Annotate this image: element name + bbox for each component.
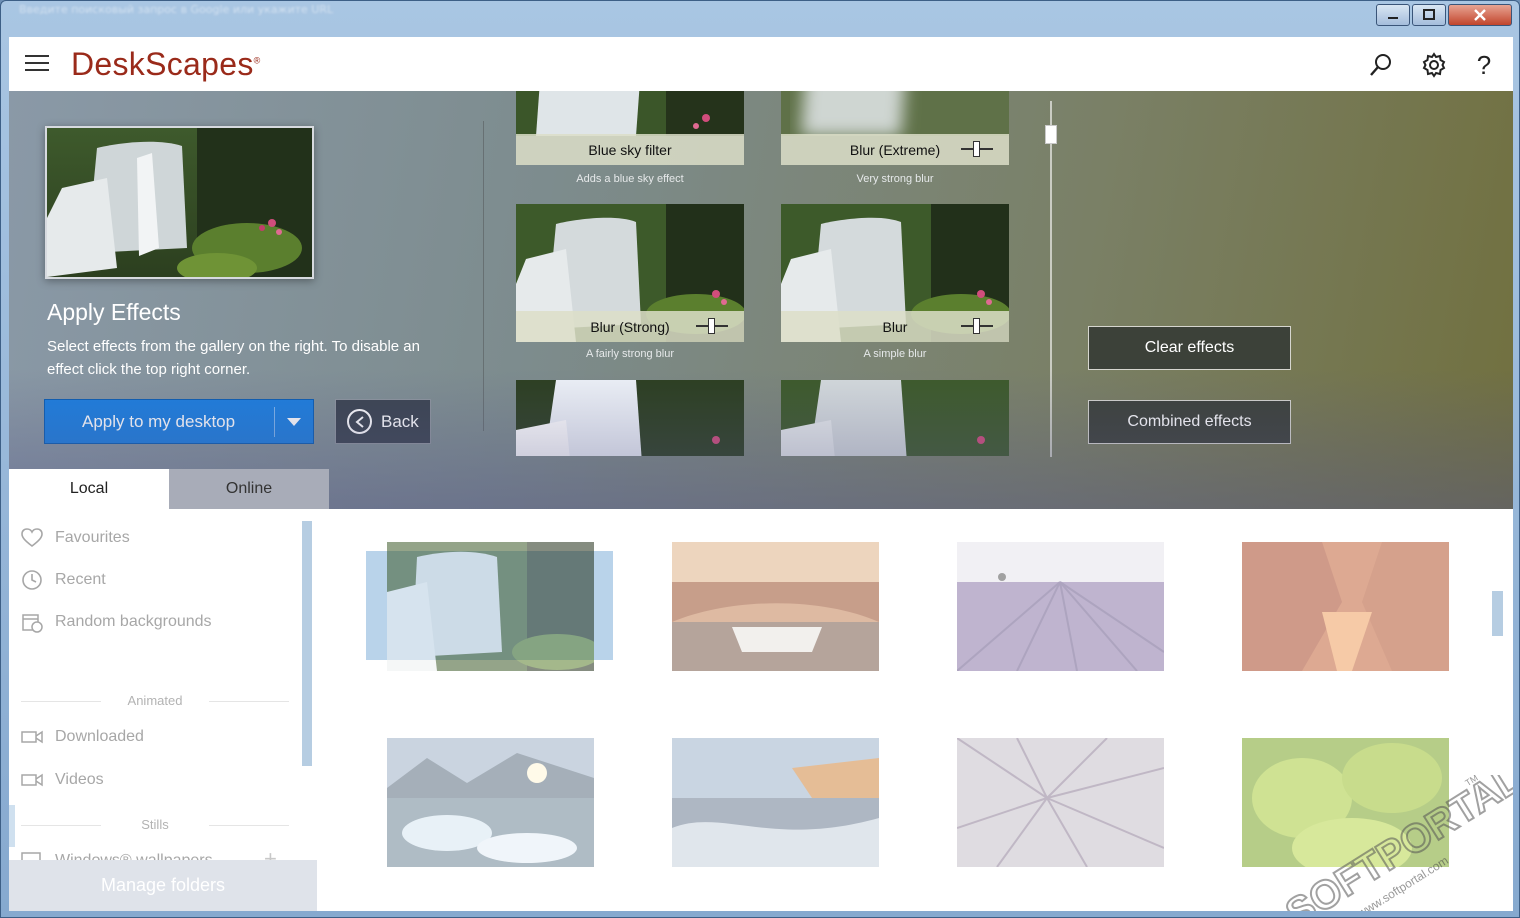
effects-panel: Apply Effects Select effects from the ga… <box>9 91 1513 509</box>
menu-icon[interactable] <box>25 55 49 73</box>
thumbnail-glacier[interactable] <box>387 738 594 867</box>
apply-label: Apply to my desktop <box>82 411 236 431</box>
sidebar-item-label: Random backgrounds <box>55 613 212 630</box>
thumbnail-rock-arch[interactable] <box>672 542 879 671</box>
window-title: Введите поисковый запрос в Google или ук… <box>19 3 334 16</box>
sidebar-item-videos[interactable]: Videos <box>21 765 104 795</box>
back-label: Back <box>381 411 419 431</box>
waterfall-thumb <box>516 380 744 456</box>
effect-name: Blur (Strong) <box>590 318 670 335</box>
effect-slider[interactable] <box>696 318 728 334</box>
maximize-icon <box>1423 9 1435 20</box>
calendar-clock-icon <box>21 611 43 633</box>
effect-desc: Adds a blue sky effect <box>576 173 684 185</box>
minimize-button[interactable] <box>1376 4 1410 26</box>
effect-tile-bar: Blur (Extreme) <box>781 134 1009 165</box>
minimize-icon <box>1388 17 1398 19</box>
effect-desc: A fairly strong blur <box>585 348 675 360</box>
effect-tile-partial[interactable] <box>516 380 744 456</box>
effect-tile-bar: Blur <box>781 311 1009 342</box>
sidebar-item-favourites[interactable]: Favourites <box>21 523 130 553</box>
clock-icon <box>21 569 43 591</box>
sidebar-item-recent[interactable]: Recent <box>21 565 106 595</box>
video-camera-icon <box>21 726 43 748</box>
thumbnail-red-canyon[interactable] <box>1242 542 1449 671</box>
app-logo: DeskScapes® <box>71 46 261 83</box>
gear-icon[interactable] <box>1420 51 1448 79</box>
sidebar-item-label: Downloaded <box>55 728 144 745</box>
app-header: DeskScapes® ? <box>9 37 1513 91</box>
effects-divider <box>483 121 484 431</box>
thumbnail-frost-spikes[interactable] <box>957 738 1164 867</box>
manage-folders-button[interactable]: Manage folders <box>9 860 317 911</box>
thumbnail-coastal-waves[interactable] <box>672 738 879 867</box>
effect-tile-bar: Blue sky filter <box>516 134 744 165</box>
logo-text: DeskScapes <box>71 46 254 82</box>
effect-tile-partial[interactable] <box>781 380 1009 456</box>
effect-slider[interactable] <box>961 318 993 334</box>
window-titlebar[interactable]: Введите поисковый запрос в Google или ук… <box>1 1 1520 37</box>
tab-local[interactable]: Local <box>9 469 169 509</box>
close-icon <box>1474 9 1486 21</box>
back-arrow-icon <box>347 409 372 434</box>
search-icon[interactable] <box>1367 51 1395 79</box>
effect-tile-blur-strong[interactable]: Blur (Strong) <box>516 204 744 342</box>
effect-desc: A simple blur <box>863 348 927 360</box>
sidebar-item-random[interactable]: Random backgrounds <box>21 607 212 637</box>
chevron-down-icon <box>287 417 302 426</box>
logo-mark: ® <box>253 55 261 66</box>
effects-title: Apply Effects <box>47 299 181 325</box>
apply-dropdown[interactable] <box>275 417 313 426</box>
back-button[interactable]: Back <box>335 399 431 444</box>
thumbnail-lavender-field[interactable] <box>957 542 1164 671</box>
sidebar-item-label: Recent <box>55 571 106 588</box>
combined-effects-label: Combined effects <box>1127 413 1252 430</box>
effect-name: Blue sky filter <box>588 141 672 158</box>
blurred-thumb <box>781 91 1009 136</box>
effects-description: Select effects from the gallery on the r… <box>47 338 420 378</box>
sidebar-item-downloaded[interactable]: Downloaded <box>21 722 144 752</box>
sidebar-heading-stills: Stills <box>21 817 289 832</box>
close-button[interactable] <box>1448 4 1512 26</box>
apply-to-desktop-button[interactable]: Apply to my desktop <box>44 399 314 444</box>
maximize-button[interactable] <box>1412 4 1446 26</box>
sidebar: Favourites Recent Random backgrounds Ani… <box>9 509 317 911</box>
effect-tile-blur[interactable]: Blur <box>781 204 1009 342</box>
effects-scrollbar-track[interactable] <box>1050 101 1052 457</box>
wallpaper-preview <box>45 126 314 279</box>
thumbnail-waterfall[interactable] <box>387 542 594 671</box>
effect-slider[interactable] <box>961 141 993 157</box>
sidebar-selection-marker <box>9 805 15 847</box>
clear-effects-button[interactable]: Clear effects <box>1088 326 1291 370</box>
effect-desc: Very strong blur <box>856 173 934 185</box>
waterfall-thumb <box>516 91 744 136</box>
effect-name: Blur (Extreme) <box>849 141 941 158</box>
effects-scrollbar-thumb[interactable] <box>1045 125 1057 144</box>
sidebar-item-label: Videos <box>55 771 104 788</box>
video-camera-icon <box>21 769 43 791</box>
effect-name: Blur <box>882 318 908 335</box>
sidebar-item-label: Favourites <box>55 529 130 546</box>
combined-effects-button[interactable]: Combined effects <box>1088 400 1291 444</box>
heart-icon <box>21 527 43 549</box>
sidebar-heading-animated: Animated <box>21 693 289 708</box>
help-icon[interactable]: ? <box>1470 50 1498 80</box>
waterfall-thumb <box>781 380 1009 456</box>
waterfall-preview-image <box>47 128 312 277</box>
effect-tile-blue-sky[interactable]: Blue sky filter <box>516 91 744 167</box>
effect-tile-bar: Blur (Strong) <box>516 311 744 342</box>
sidebar-scrollbar[interactable] <box>302 521 312 766</box>
effect-tile-blur-extreme[interactable]: Blur (Extreme) <box>781 91 1009 167</box>
app-window: Введите поисковый запрос в Google или ук… <box>0 0 1520 918</box>
clear-effects-label: Clear effects <box>1144 339 1235 356</box>
gallery-scrollbar[interactable] <box>1492 591 1503 636</box>
tab-online[interactable]: Online <box>169 469 329 509</box>
app-client: DeskScapes® ? Apply Effects Select effec… <box>9 37 1513 911</box>
softportal-watermark: SOFTPORTAL www.softportal.com TM <box>1277 775 1513 911</box>
